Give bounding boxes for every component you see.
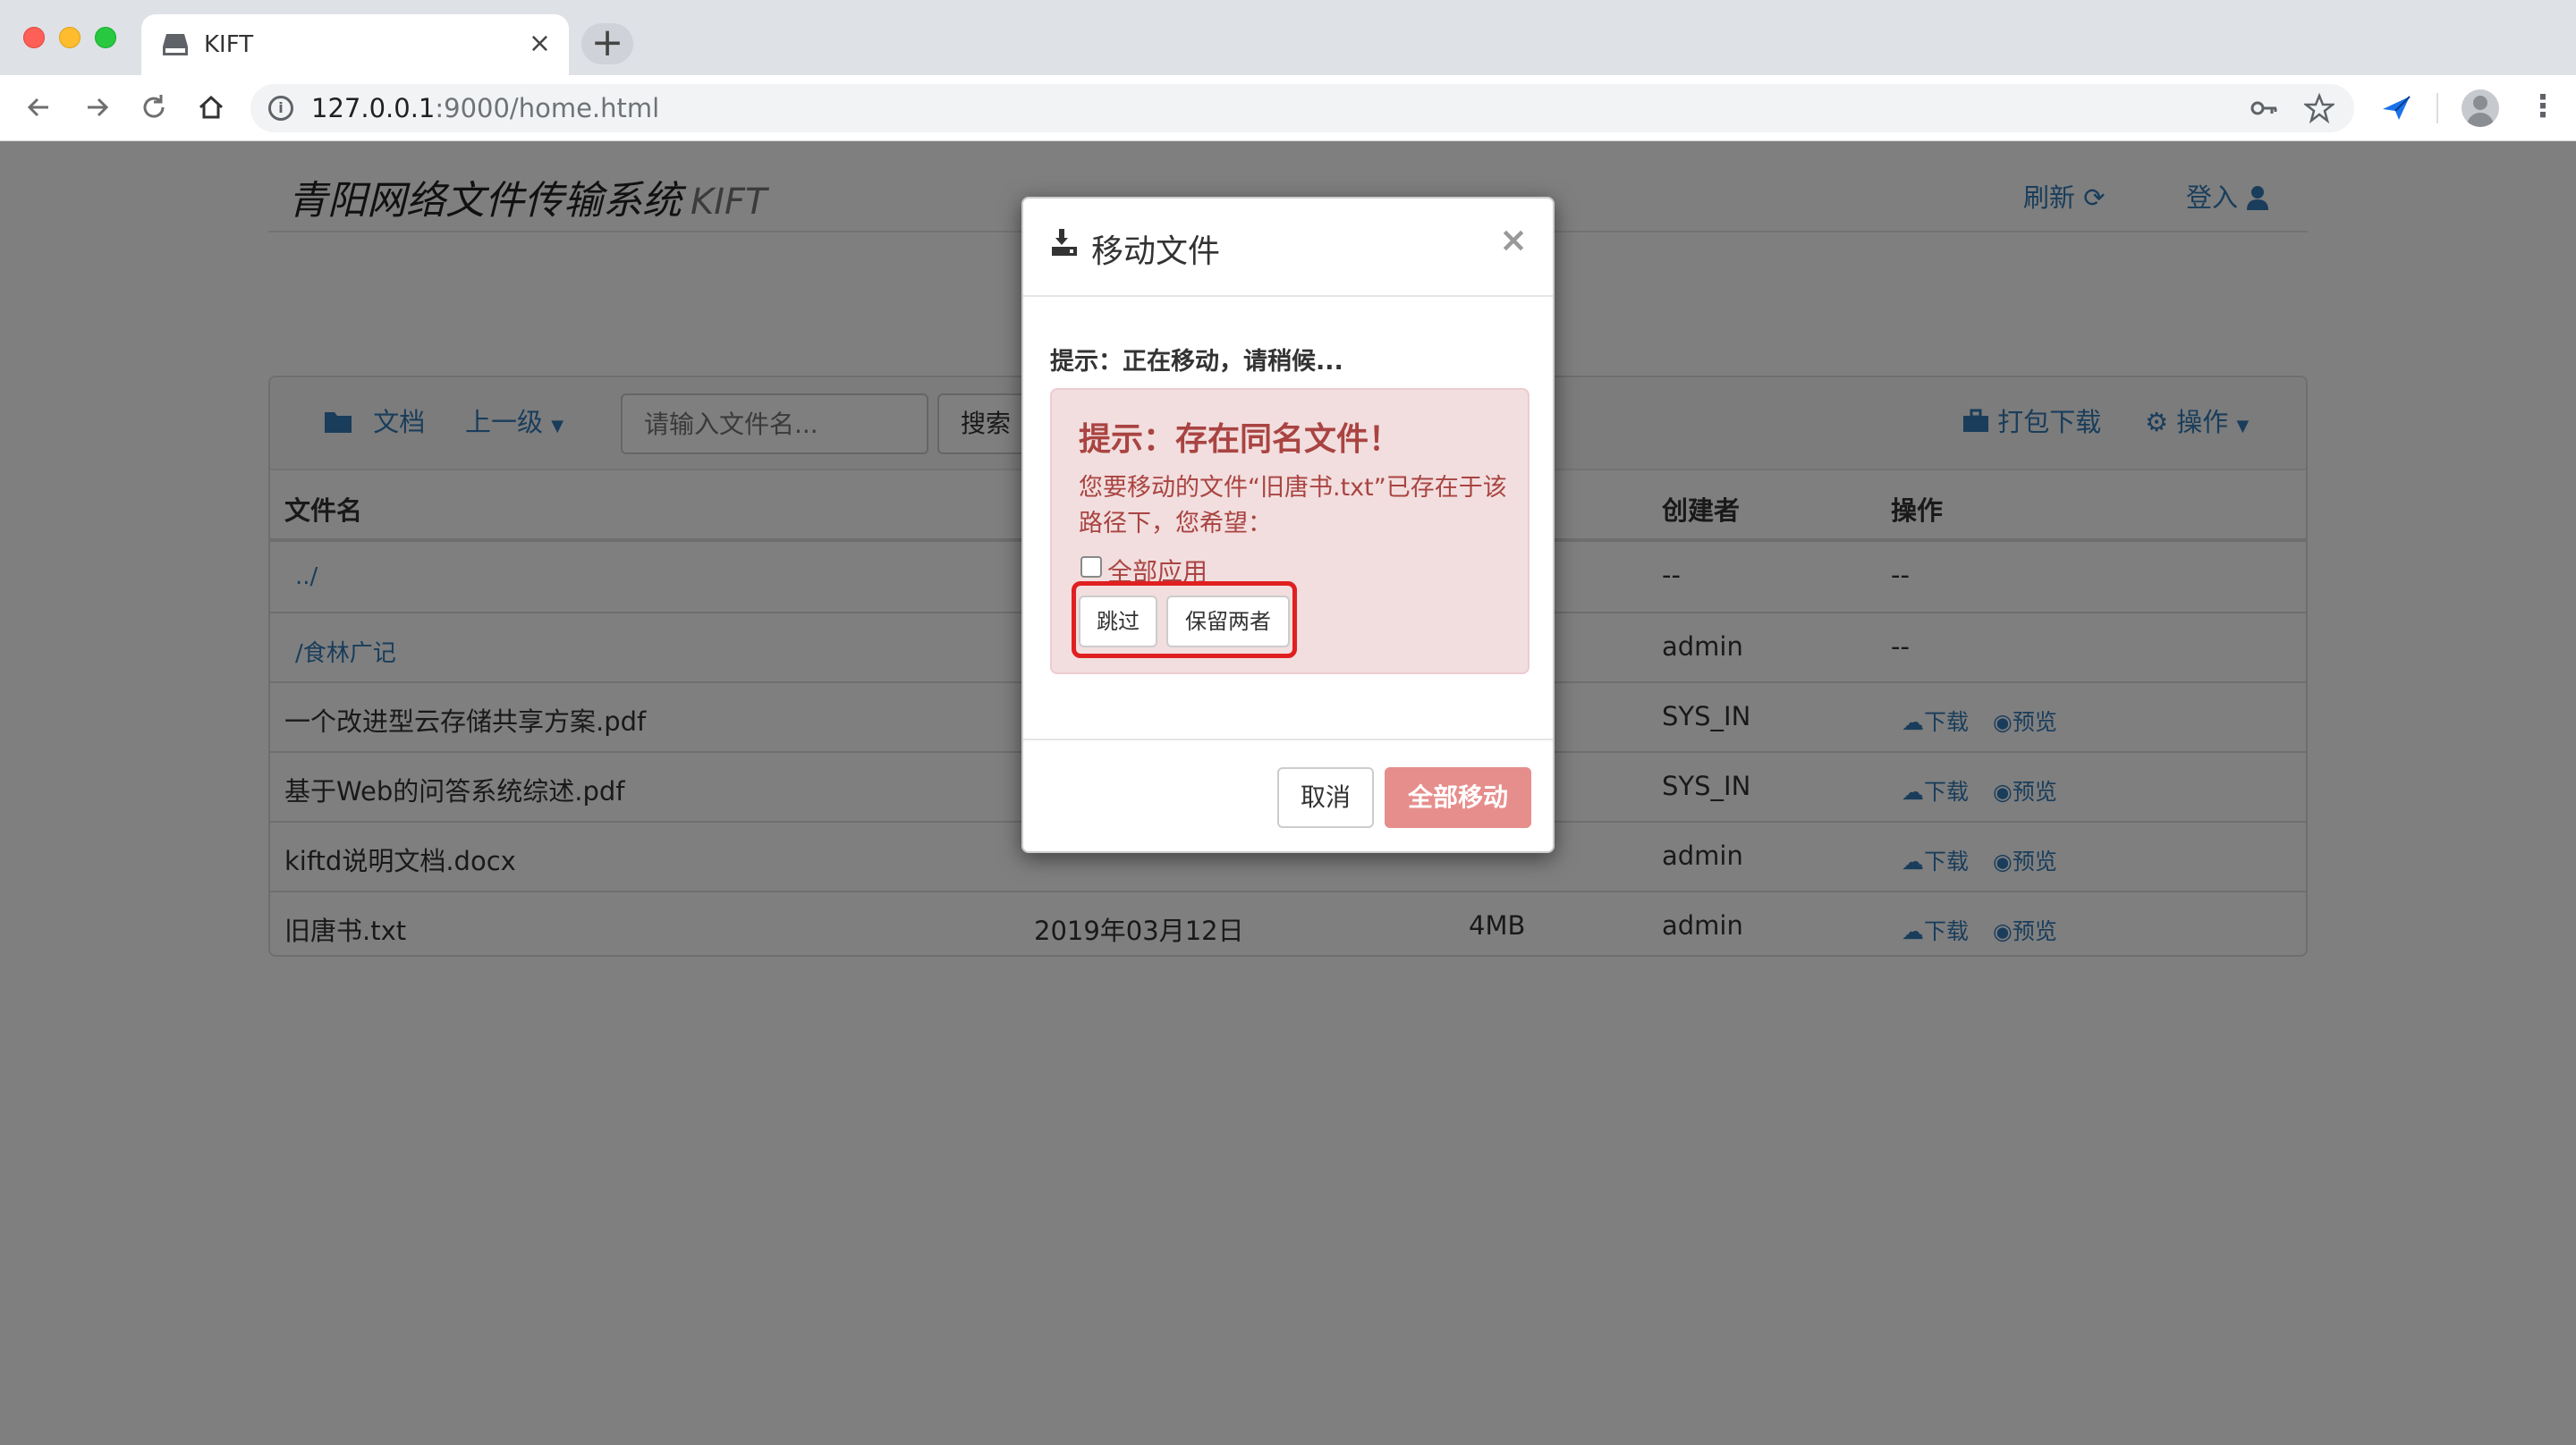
move-all-button[interactable]: 全部移动 xyxy=(1385,767,1531,828)
highlight-box xyxy=(1072,581,1297,658)
extension-bird-icon[interactable] xyxy=(2379,91,2413,132)
info-icon[interactable]: i xyxy=(268,96,293,121)
close-icon[interactable]: × xyxy=(1499,222,1528,258)
home-icon[interactable] xyxy=(193,89,229,125)
close-window-button[interactable] xyxy=(23,27,45,48)
toolbar-separator xyxy=(2436,93,2438,123)
reload-icon[interactable] xyxy=(136,89,172,125)
back-arrow-icon[interactable] xyxy=(21,89,57,125)
modal-footer-divider xyxy=(1023,739,1553,740)
tab-title: KIFT xyxy=(204,31,254,58)
url-text[interactable]: 127.0.0.1:9000/home.html xyxy=(311,94,659,123)
minimize-window-button[interactable] xyxy=(59,27,80,48)
alert-title: 提示：存在同名文件！ xyxy=(1079,421,1402,458)
drive-favicon-icon xyxy=(163,34,188,55)
browser-toolbar: i 127.0.0.1:9000/home.html ⋮ xyxy=(0,75,2576,141)
address-bar[interactable]: i 127.0.0.1:9000/home.html xyxy=(250,84,2354,132)
kebab-menu-icon[interactable]: ⋮ xyxy=(2528,88,2558,125)
browser-tab-bar: KIFT × + xyxy=(0,0,2576,75)
star-icon[interactable] xyxy=(2302,92,2336,129)
move-file-modal: 移动文件 × 提示：正在移动，请稍候... 提示：存在同名文件！ 您要移动的文件… xyxy=(1021,197,1555,853)
apply-all-checkbox[interactable] xyxy=(1080,556,1102,578)
new-tab-button[interactable]: + xyxy=(581,23,633,64)
browser-tab[interactable]: KIFT × xyxy=(141,14,569,75)
forward-arrow-icon[interactable] xyxy=(79,89,114,125)
modal-title: 移动文件 xyxy=(1091,233,1221,270)
key-icon[interactable] xyxy=(2249,93,2279,129)
moving-status-text: 提示：正在移动，请稍候... xyxy=(1050,348,1343,376)
move-file-icon xyxy=(1052,229,1077,256)
cancel-button[interactable]: 取消 xyxy=(1277,767,1374,828)
maximize-window-button[interactable] xyxy=(95,27,116,48)
modal-header: 移动文件 × xyxy=(1023,199,1553,297)
profile-avatar-icon[interactable] xyxy=(2462,89,2499,127)
alert-message: 您要移动的文件“旧唐书.txt”已存在于该路径下，您希望： xyxy=(1079,474,1507,537)
tab-close-icon[interactable]: × xyxy=(529,29,551,59)
